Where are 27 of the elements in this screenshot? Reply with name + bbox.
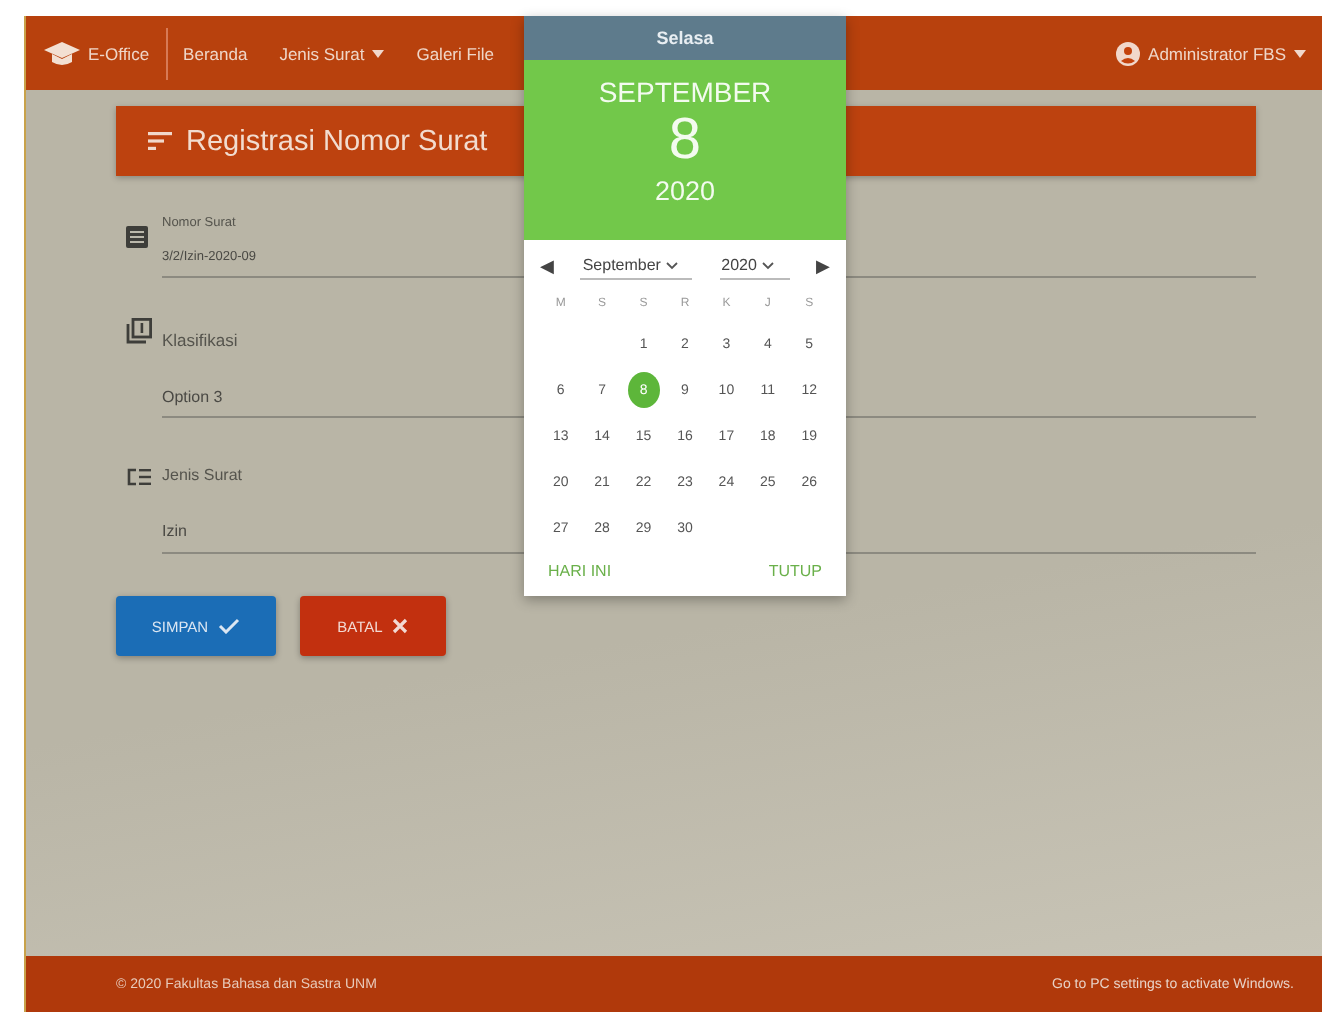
nav-link[interactable]: Beranda [183, 43, 248, 63]
field-label: Jenis Surat [162, 464, 243, 484]
user-icon [1116, 41, 1141, 65]
year-text: 2020 [654, 176, 716, 206]
user-menu[interactable]: Administrator FBS [1116, 41, 1306, 65]
next-month-button[interactable]: ▶ [815, 256, 830, 276]
brand-link[interactable]: E-Office [42, 39, 166, 67]
document-icon [126, 226, 148, 248]
weekday-header: Selasa [524, 16, 846, 60]
day-text: 8 [668, 110, 702, 170]
year-select[interactable]: 2020 [719, 252, 790, 280]
graduation-cap-icon [42, 39, 82, 67]
caret-icon [1294, 49, 1306, 57]
close-icon [392, 618, 409, 634]
list-icon [126, 468, 152, 486]
month-select[interactable]: September [580, 252, 693, 280]
nav-link[interactable]: Galeri File [416, 43, 494, 63]
chevron-down-icon [666, 261, 679, 269]
card-title: Registrasi Nomor Surat [186, 125, 488, 157]
previous-month-button[interactable]: ◀ [540, 256, 554, 276]
sort-icon [148, 132, 172, 150]
check-icon [218, 618, 241, 634]
month-text: SEPTEMBER [598, 76, 772, 108]
stacked-pages-icon [126, 318, 152, 344]
chevron-down-icon [762, 261, 775, 269]
field-label: Klasifikasi [162, 328, 238, 350]
nav-link[interactable]: Jenis Surat [279, 43, 385, 63]
